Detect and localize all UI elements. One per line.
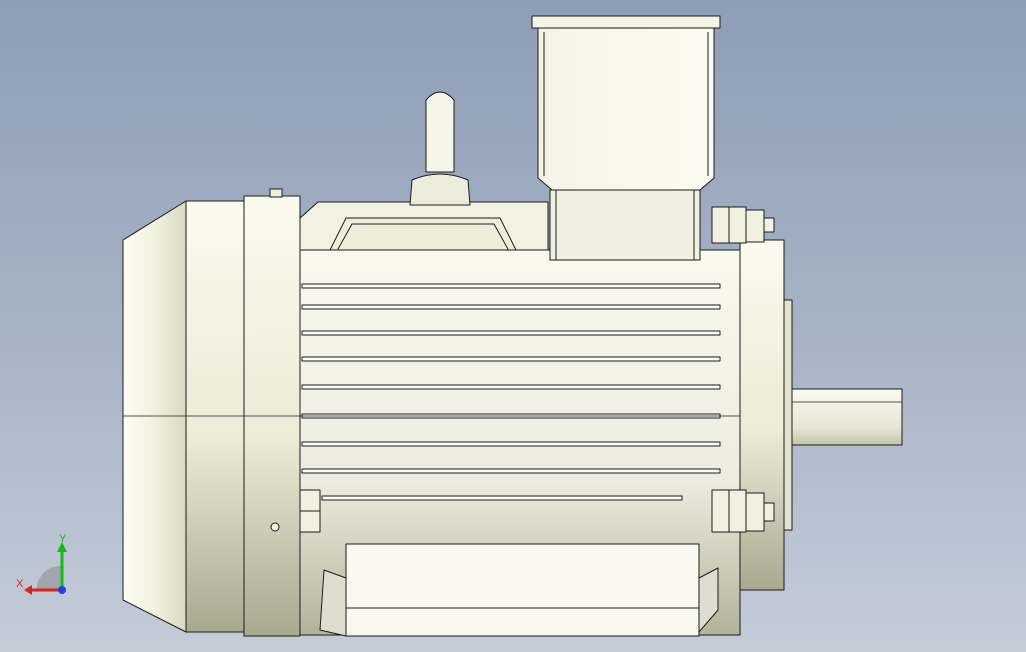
x-axis-arrow-icon bbox=[24, 585, 32, 595]
triad-plane-shade bbox=[36, 566, 62, 590]
3d-viewport[interactable]: Y X bbox=[0, 0, 1026, 652]
z-axis-dot-icon bbox=[58, 586, 66, 594]
y-axis-label: Y bbox=[59, 533, 67, 545]
axis-triad: Y X bbox=[16, 533, 67, 595]
x-axis-label: X bbox=[16, 578, 24, 590]
